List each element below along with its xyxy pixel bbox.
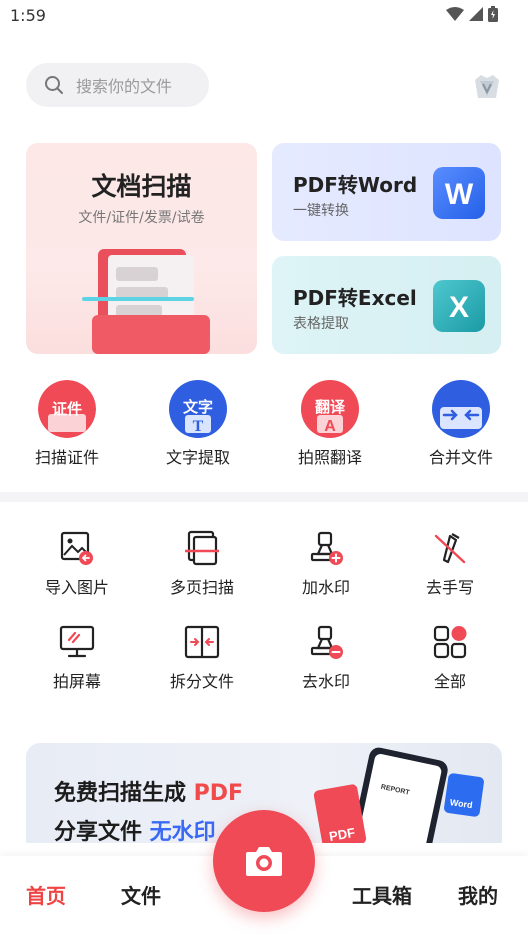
id-card-icon: 证件 (38, 380, 96, 438)
nav-tab-files[interactable]: 文件 (121, 880, 161, 909)
tool-add-watermark[interactable]: 加水印 (271, 530, 381, 598)
tool-multi-page-scan[interactable]: 多页扫描 (147, 530, 257, 598)
svg-text:A: A (324, 418, 336, 435)
tool-label: 多页扫描 (169, 578, 234, 597)
banner-line-2-accent: 无水印 (149, 820, 216, 843)
battery-icon (488, 6, 498, 22)
document-scan-card[interactable]: 文档扫描 文件/证件/发票/试卷 (26, 143, 257, 354)
status-icons (446, 6, 498, 22)
stamp-remove-icon (310, 625, 343, 659)
banner-line-2: 分享文件 无水印 (54, 814, 216, 843)
tool-split-file[interactable]: 拆分文件 (147, 624, 257, 692)
banner-phone-illustration: REPORT PDF Word (313, 747, 484, 843)
scan-card-title: 文档扫描 (91, 172, 192, 201)
import-image-icon (60, 531, 93, 565)
tool-label: 导入图片 (44, 578, 109, 597)
banner-line-1-accent: PDF (193, 781, 244, 806)
word-card-subtitle: 一键转换 (293, 203, 349, 219)
multi-page-scan-icon (185, 530, 219, 566)
scan-document-illustration (82, 249, 210, 354)
quick-action-label: 扫描证件 (34, 448, 99, 467)
tool-shoot-screen[interactable]: 拍屏幕 (22, 624, 132, 692)
tool-import-image[interactable]: 导入图片 (22, 530, 132, 598)
translate-icon: 翻译 A (301, 380, 359, 438)
status-bar: 1:59 (0, 0, 528, 32)
signal-icon (469, 7, 483, 21)
quick-action-photo-translate[interactable]: 翻译 A 拍照翻译 (280, 380, 380, 468)
svg-text:T: T (193, 418, 204, 435)
quick-action-label: 拍照翻译 (297, 448, 362, 467)
tool-label: 去手写 (425, 578, 474, 597)
excel-card-title: PDF转Excel (293, 286, 417, 310)
camera-scan-button[interactable] (213, 810, 315, 912)
stamp-add-icon (310, 531, 343, 565)
excel-icon-letter: X (449, 291, 469, 324)
wifi-icon (446, 7, 464, 21)
quick-action-merge-files[interactable]: 合并文件 (411, 380, 511, 468)
pdf-to-excel-card[interactable]: PDF转Excel 表格提取 X (272, 256, 501, 354)
split-file-icon (184, 625, 220, 659)
quick-action-text-extract[interactable]: 文字 T 文字提取 (148, 380, 248, 468)
camera-icon (246, 847, 282, 876)
banner-line-1: 免费扫描生成 PDF (54, 775, 243, 807)
tool-label: 加水印 (301, 578, 350, 597)
section-divider (0, 492, 528, 502)
grid-all-icon (433, 625, 467, 659)
tool-label: 去水印 (301, 672, 350, 691)
tool-all[interactable]: 全部 (395, 624, 505, 692)
word-card-title: PDF转Word (293, 173, 418, 197)
merge-files-icon (432, 380, 490, 438)
quick-action-label: 合并文件 (428, 448, 493, 467)
search-icon (45, 76, 63, 94)
quick-actions: 证件 扫描证件 文字 T 文字提取 翻译 A 拍照翻译 合并文件 (0, 380, 528, 470)
banner-line-1-text: 免费扫描生成 (54, 781, 194, 806)
tool-label: 拍屏幕 (52, 672, 101, 691)
tool-remove-watermark[interactable]: 去水印 (271, 624, 381, 692)
banner-line-2-text: 分享文件 (54, 820, 150, 843)
pdf-to-word-card[interactable]: PDF转Word 一键转换 W (272, 143, 501, 241)
excel-card-subtitle: 表格提取 (293, 316, 349, 332)
nav-tab-mine[interactable]: 我的 (458, 880, 498, 909)
search-placeholder: 搜索你的文件 (76, 77, 173, 96)
vip-crown-icon[interactable] (472, 72, 502, 100)
excel-icon: X (433, 280, 485, 332)
nav-tab-home[interactable]: 首页 (26, 880, 66, 909)
translate-badge: 翻译 (315, 398, 346, 416)
quick-action-id-scan[interactable]: 证件 扫描证件 (17, 380, 117, 468)
tool-label: 全部 (433, 672, 466, 691)
tool-label: 拆分文件 (169, 672, 234, 691)
tool-remove-handwriting[interactable]: 去手写 (395, 530, 505, 598)
quick-action-label: 文字提取 (165, 448, 230, 467)
text-extract-badge: 文字 (183, 398, 213, 416)
word-icon-letter: W (445, 178, 474, 211)
id-card-badge: 证件 (52, 400, 82, 418)
text-extract-icon: 文字 T (169, 380, 227, 438)
nav-tab-toolbox[interactable]: 工具箱 (352, 880, 412, 909)
status-time: 1:59 (10, 6, 46, 25)
scan-card-subtitle: 文件/证件/发票/试卷 (78, 210, 205, 226)
search-input[interactable]: 搜索你的文件 (26, 63, 209, 107)
word-icon: W (433, 167, 485, 219)
remove-handwriting-icon (434, 533, 466, 564)
screen-capture-icon (59, 625, 95, 658)
